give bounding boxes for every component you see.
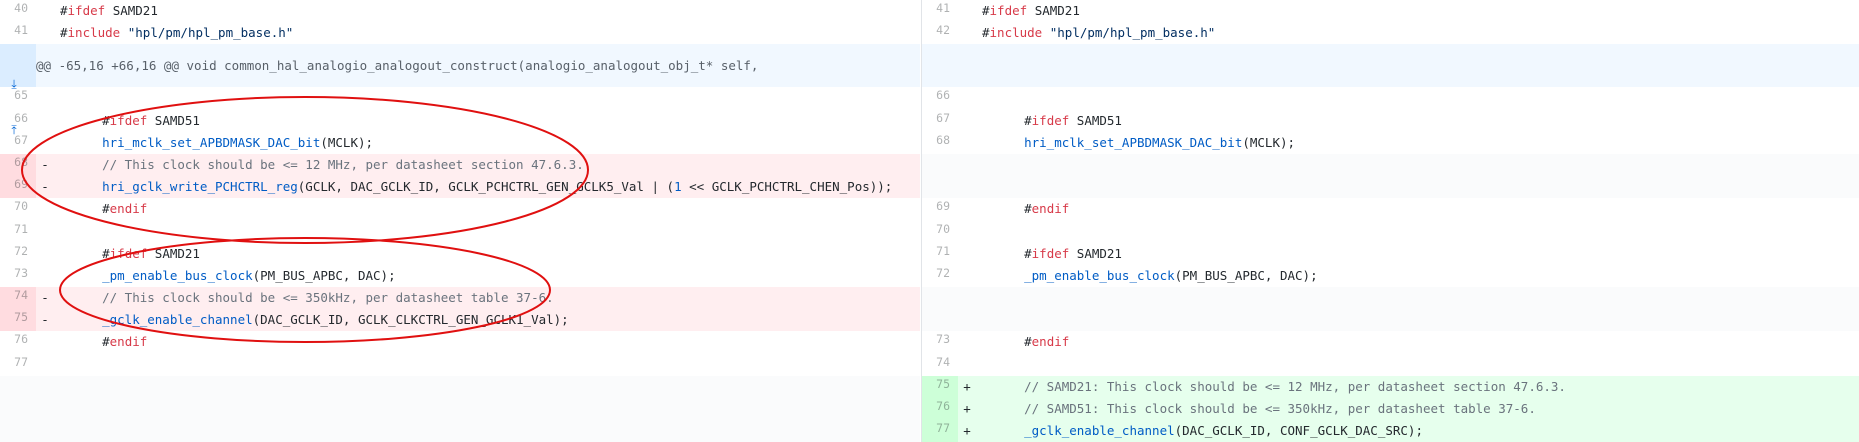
deleted-line: 68- // This clock should be <= 12 MHz, p… [0,153,920,177]
line-number[interactable]: 76 [0,331,36,353]
line-number[interactable]: 67 [922,110,958,132]
diff-line: 67 #ifdef SAMD51 [922,110,1859,132]
empty-placeholder [922,287,1859,332]
left-diff-pane: 40 #ifdef SAMD21 41 #include "hpl/pm/hpl… [0,0,920,442]
diff-line: 73 #endif [922,331,1859,353]
diff-line: 67 hri_mclk_set_APBDMASK_DAC_bit(MCLK); [0,132,920,154]
diff-line: 74 [922,354,1859,376]
expand-control[interactable]: ⤓ ⤒ [0,44,36,137]
line-number[interactable]: 72 [922,265,958,287]
added-line: 77 + _gclk_enable_channel(DAC_GCLK_ID, CO… [922,420,1859,442]
line-number[interactable]: 76 [922,398,958,421]
line-number[interactable]: 66 [922,87,958,109]
added-line: 75 + // SAMD21: This clock should be <= 1… [922,375,1859,399]
diff-line: 72 _pm_enable_bus_clock(PM_BUS_APBC, DAC… [922,265,1859,287]
right-diff-pane: 41 #ifdef SAMD21 42 #include "hpl/pm/hpl… [921,0,1859,442]
diff-line: 65 [0,87,920,109]
addition-marker: + [963,423,971,439]
line-number[interactable]: 41 [922,0,958,22]
line-number[interactable]: 65 [0,87,36,109]
line-number[interactable]: 68 [922,132,958,154]
line-number[interactable]: 69 [922,198,958,220]
deleted-line: 74- // This clock should be <= 350kHz, p… [0,287,920,310]
diff-line: 70 [922,221,1859,243]
line-number[interactable]: 77 [922,420,958,442]
line-number[interactable]: 74 [0,287,36,310]
line-number[interactable]: 74 [922,354,958,376]
empty-placeholder [922,153,1859,199]
diff-line: 69 #endif [922,198,1859,220]
diff-line: 77 [0,354,920,376]
diff-line: 72 #ifdef SAMD21 [0,243,920,265]
line-number[interactable]: 75 [0,309,36,332]
added-line: 76 + // SAMD51: This clock should be <= 3… [922,398,1859,421]
line-number[interactable]: 40 [0,0,36,22]
diff-line: 68 hri_mclk_set_APBDMASK_DAC_bit(MCLK); [922,132,1859,154]
diff-line: 42 #include "hpl/pm/hpl_pm_base.h" [922,22,1859,44]
line-number[interactable]: 69 [0,176,36,199]
line-number[interactable]: 70 [922,221,958,243]
diff-line: 70 #endif [0,198,920,220]
line-number[interactable]: 42 [922,22,958,44]
line-number[interactable]: 77 [0,354,36,376]
deleted-line: 69- hri_gclk_write_PCHCTRL_reg(GCLK, DAC… [0,176,920,199]
line-number[interactable]: 72 [0,243,36,265]
line-number[interactable]: 71 [0,221,36,243]
line-number[interactable]: 70 [0,198,36,220]
diff-line: 66 #ifdef SAMD51 [0,110,920,132]
deleted-line: 75- _gclk_enable_channel(DAC_GCLK_ID, GC… [0,309,920,332]
line-number[interactable]: 67 [0,132,36,154]
line-number[interactable]: 73 [922,331,958,353]
addition-marker: + [963,401,971,417]
line-number[interactable]: 75 [922,375,958,399]
hunk-header-text: @@ -65,16 +66,16 @@ void common_hal_anal… [36,58,759,74]
empty-placeholder [0,375,920,442]
diff-line: 71 [0,221,920,243]
deletion-marker: - [41,179,49,195]
deletion-marker: - [41,312,49,328]
deletion-marker: - [41,156,49,172]
hunk-header: ⤓ ⤒ @@ -65,16 +66,16 @@ void common_hal_… [0,44,920,137]
diff-line: 73 _pm_enable_bus_clock(PM_BUS_APBC, DAC… [0,265,920,287]
diff-line: 76 #endif [0,331,920,353]
diff-line: 41 #ifdef SAMD21 [922,0,1859,22]
line-number[interactable]: 73 [0,265,36,287]
diff-line: 41 #include "hpl/pm/hpl_pm_base.h" [0,22,920,44]
line-number[interactable]: 71 [922,243,958,265]
deletion-marker: - [41,290,49,306]
diff-line: 71 #ifdef SAMD21 [922,243,1859,265]
line-number[interactable]: 41 [0,22,36,44]
diff-line: 40 #ifdef SAMD21 [0,0,920,22]
addition-marker: + [963,378,971,394]
hunk-header-spacer [922,44,1859,88]
line-number[interactable]: 66 [0,110,36,132]
diff-line: 66 [922,87,1859,109]
line-number[interactable]: 68 [0,153,36,177]
